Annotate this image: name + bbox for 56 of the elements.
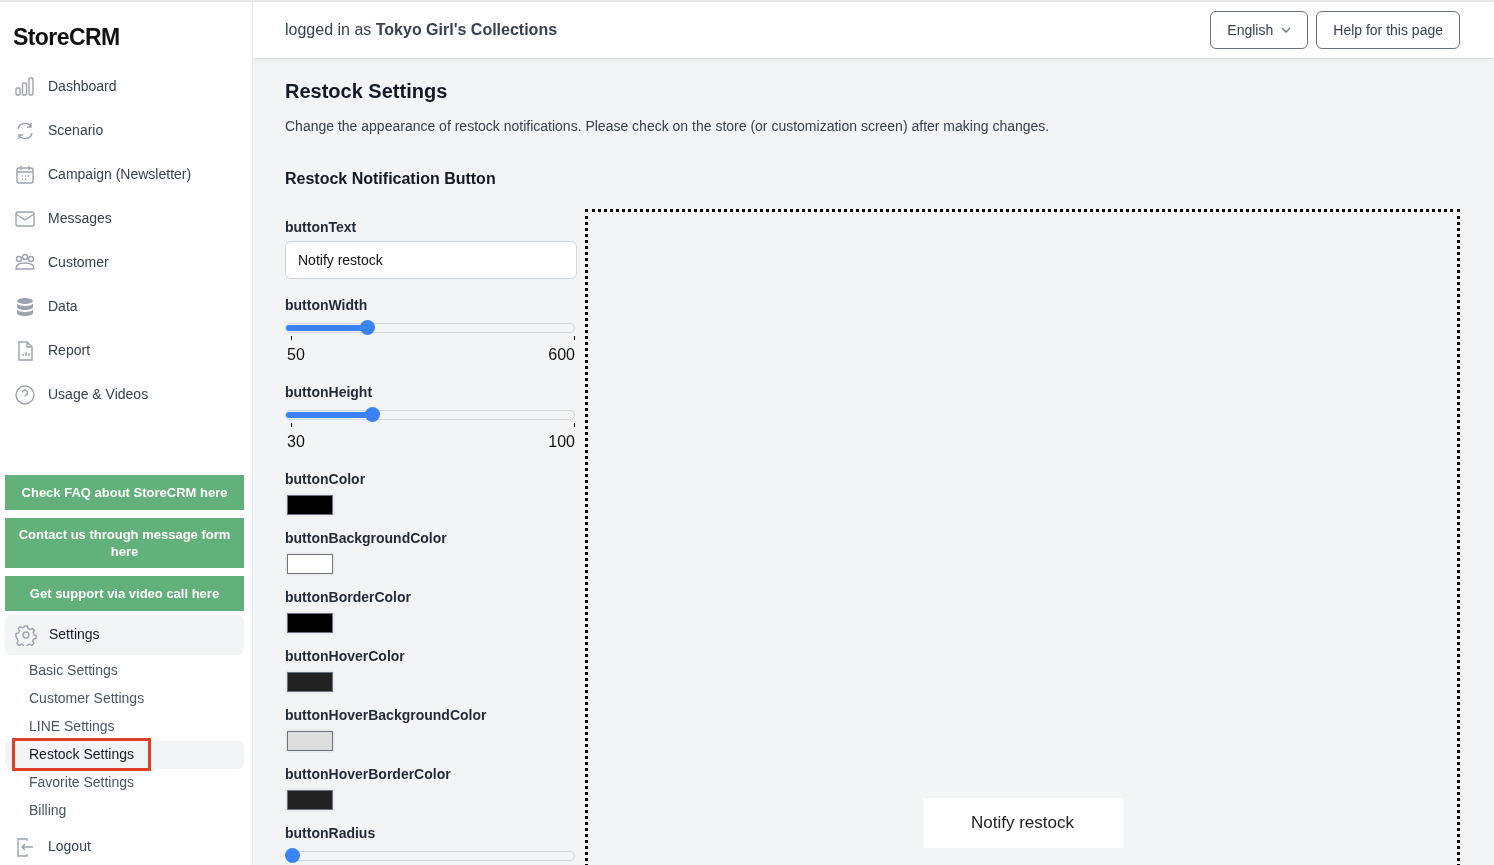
nav-item[interactable]: Usage & Videos [5,372,158,417]
field-label: buttonHoverBackgroundColor [285,707,487,724]
slider-track[interactable] [285,323,575,333]
language-dropdown[interactable]: English [1210,11,1309,49]
slider-min-value: 50 [287,346,305,364]
field-label: buttonColor [285,471,366,488]
calendar-icon [14,163,36,186]
app-logo: StoreCRM [12,23,121,52]
help-button[interactable]: Help for this page [1316,11,1460,49]
tick-mark [574,423,575,427]
logged-in-text: logged in as Tokyo Girl's Collections [285,20,558,40]
question-icon [14,383,36,406]
slider-min-value: 30 [287,433,305,451]
text-input[interactable]: Notify restock [285,241,577,279]
tick-mark [291,336,292,340]
slider-max-value: 600 [548,346,575,364]
chevron-down-icon [1281,27,1292,33]
logout-link[interactable]: Logout [5,826,100,865]
slider-max-value: 100 [548,433,575,451]
nav-item[interactable]: Scenario [5,108,113,153]
nav-item[interactable]: Customer [5,240,118,285]
highlight-frame: Restock Settings [15,741,149,768]
field-label: buttonHoverColor [285,648,405,665]
field-label: buttonHeight [285,384,373,401]
tick-mark [291,423,292,427]
nav-item[interactable]: Report [5,328,100,373]
slider-track[interactable] [285,410,575,420]
tick-mark [574,336,575,340]
slider-track[interactable] [285,851,575,861]
bar-chart-icon [14,75,36,98]
field-label: buttonBorderColor [285,589,411,606]
submenu-item[interactable]: Customer Settings [5,684,244,713]
nav-item[interactable]: Messages [5,196,121,241]
nav-item[interactable]: Campaign (Newsletter) [5,152,201,197]
field-label: buttonHoverBorderColor [285,766,451,783]
settings-menu[interactable]: Settings [5,614,244,655]
submenu-item[interactable]: Favorite Settings [5,768,244,797]
field-label: buttonWidth [285,297,368,314]
field-label: buttonText [285,219,357,236]
submenu-item[interactable]: Basic Settings [5,656,244,685]
submenu-item[interactable]: LINE Settings [5,712,244,741]
slider-thumb[interactable] [284,848,300,863]
settings-icon [15,623,37,646]
submenu-item[interactable]: Restock Settings [5,740,244,769]
section-title: Restock Notification Button [285,169,496,189]
submenu-item[interactable]: Billing [5,796,244,825]
slider-thumb[interactable] [365,407,381,422]
logout-icon [14,835,36,858]
nav-item[interactable]: Data [5,284,87,329]
field-label: buttonRadius [285,825,376,842]
slider-thumb[interactable] [359,320,375,335]
nav-item[interactable]: Dashboard [5,64,126,109]
page-title: Restock Settings [285,79,448,104]
page-description: Change the appearance of restock notifications. Please check on the store (or customization screen) after making changes. [285,117,1050,136]
field-label: buttonBackgroundColor [285,530,447,547]
database-icon [14,295,36,318]
